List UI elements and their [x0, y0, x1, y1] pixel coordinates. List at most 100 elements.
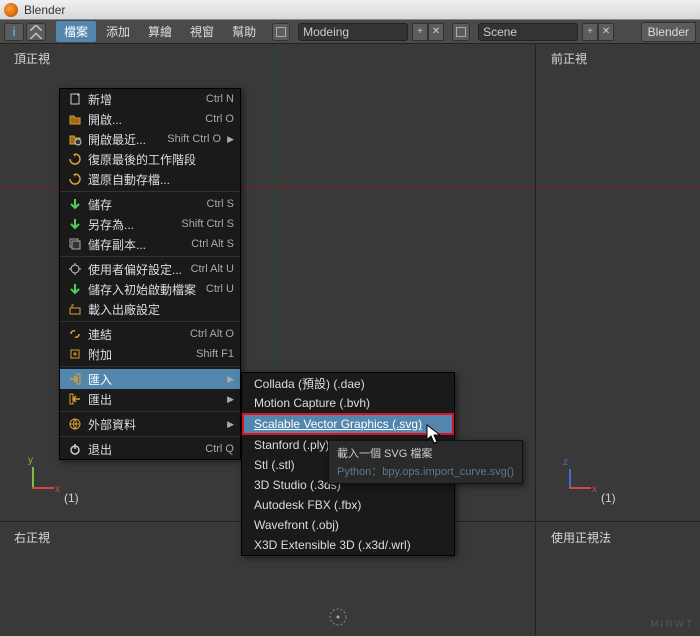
submenu-item-label: Scalable Vector Graphics (.svg) — [254, 417, 422, 431]
menu-item-label: 開啟... — [88, 111, 197, 128]
axis-gizmo-tl: yx — [20, 461, 60, 501]
import-submenu-item[interactable]: Wavefront (.obj) — [242, 515, 454, 535]
layer-indicator-tr: (1) — [601, 491, 616, 505]
file-menu-item[interactable]: 復原最後的工作階段 — [60, 149, 240, 169]
link-icon — [66, 326, 84, 342]
menu-item-label: 載入出廠設定 — [88, 301, 234, 318]
menu-item-label: 匯入 — [88, 371, 221, 388]
submenu-item-label: Collada (預設) (.dae) — [254, 375, 365, 392]
scene-dropdown[interactable]: Scene — [478, 23, 578, 41]
top-menubar: 檔案 添加 算繪 視窗 幫助 Modeing + ✕ Scene + ✕ Ble… — [0, 20, 700, 44]
file-menu-item[interactable]: 開啟... Ctrl O — [60, 109, 240, 129]
file-menu-item[interactable]: 開啟最近...Shift Ctrl O▶ — [60, 129, 240, 149]
engine-label[interactable]: Blender — [641, 22, 696, 42]
viewport-bl-label: 右正視 — [14, 529, 50, 546]
scene-add-button[interactable]: + — [582, 23, 598, 41]
submenu-arrow-icon: ▶ — [227, 374, 234, 385]
menu-item-label: 儲存入初始啟動檔案 — [88, 281, 198, 298]
screen-layout-remove-button[interactable]: ✕ — [428, 23, 444, 41]
submenu-item-label: Wavefront (.obj) — [254, 518, 339, 532]
import-submenu-item[interactable]: X3D Extensible 3D (.x3d/.wrl) — [242, 535, 454, 555]
screen-layout-value: Modeing — [303, 25, 349, 39]
file-menu-item[interactable]: 使用者偏好設定... Ctrl Alt U — [60, 259, 240, 279]
scene-remove-button[interactable]: ✕ — [598, 23, 614, 41]
save-copy-icon — [66, 236, 84, 252]
import-submenu-item[interactable]: Autodesk FBX (.fbx) — [242, 495, 454, 515]
file-menu-item[interactable]: 還原自動存檔... — [60, 169, 240, 189]
file-new-icon — [66, 91, 84, 107]
menu-item-shortcut: Ctrl O — [205, 113, 234, 125]
screen-layout-icon[interactable] — [272, 23, 290, 41]
viewport-tl-label: 頂正視 — [14, 50, 50, 67]
scene-icon[interactable] — [452, 23, 470, 41]
save-icon — [66, 281, 84, 297]
file-menu-item[interactable]: 外部資料▶ — [60, 414, 240, 434]
file-menu-item[interactable]: 儲存 Ctrl S — [60, 194, 240, 214]
file-dropdown-menu: 新增Ctrl N開啟...Ctrl O開啟最近...Shift Ctrl O▶復… — [59, 88, 241, 460]
file-menu-item[interactable]: 退出Ctrl Q — [60, 439, 240, 459]
submenu-arrow-icon: ▶ — [227, 394, 234, 405]
window-title: Blender — [24, 3, 65, 17]
menu-help[interactable]: 幫助 — [224, 21, 264, 42]
submenu-arrow-icon: ▶ — [227, 134, 234, 145]
menu-item-label: 儲存副本... — [88, 236, 183, 253]
save-icon — [66, 196, 84, 212]
file-menu-item[interactable]: 新增 Ctrl N — [60, 89, 240, 109]
menu-window[interactable]: 視窗 — [182, 21, 222, 42]
menu-render[interactable]: 算繪 — [140, 21, 180, 42]
export-icon — [66, 391, 84, 407]
scene-value: Scene — [483, 25, 517, 39]
menu-item-label: 使用者偏好設定... — [88, 261, 183, 278]
menu-file[interactable]: 檔案 — [56, 21, 96, 42]
menu-item-label: 匯出 — [88, 391, 221, 408]
submenu-item-label: X3D Extensible 3D (.x3d/.wrl) — [254, 538, 411, 552]
menu-item-label: 儲存 — [88, 196, 199, 213]
file-menu-item[interactable]: 儲存入初始啟動檔案Ctrl U — [60, 279, 240, 299]
menu-item-shortcut: Shift Ctrl S — [181, 218, 234, 230]
submenu-item-label: Stanford (.ply) — [254, 438, 329, 452]
save-icon — [66, 216, 84, 232]
menu-item-shortcut: Shift F1 — [196, 348, 234, 360]
info-header-icon[interactable] — [4, 23, 24, 41]
scene-buttons: + ✕ — [582, 23, 614, 41]
file-menu-item[interactable]: 另存為... Shift Ctrl S — [60, 214, 240, 234]
menu-item-shortcut: Ctrl Alt U — [191, 263, 234, 275]
import-submenu-item[interactable]: Scalable Vector Graphics (.svg) — [242, 413, 454, 435]
screen-layout-buttons: + ✕ — [412, 23, 444, 41]
screen-layout-add-button[interactable]: + — [412, 23, 428, 41]
import-submenu-item[interactable]: Collada (預設) (.dae) — [242, 373, 454, 393]
file-menu-item[interactable]: 儲存副本... Ctrl Alt S — [60, 234, 240, 254]
factory-icon — [66, 301, 84, 317]
menu-item-label: 外部資料 — [88, 416, 221, 433]
import-submenu-item[interactable]: Motion Capture (.bvh) — [242, 393, 454, 413]
folder-icon — [66, 111, 84, 127]
screen-layout-dropdown[interactable]: Modeing — [298, 23, 408, 41]
recover-icon — [66, 171, 84, 187]
window-titlebar: Blender — [0, 0, 700, 20]
menu-item-label: 另存為... — [88, 216, 173, 233]
submenu-item-label: Autodesk FBX (.fbx) — [254, 498, 361, 512]
file-menu-item[interactable]: 匯出 ▶ — [60, 389, 240, 409]
header-expand-icon[interactable] — [26, 23, 46, 41]
viewport-tr-label: 前正視 — [551, 50, 587, 67]
submenu-item-label: Stl (.stl) — [254, 458, 295, 472]
watermark: MINWT — [650, 619, 694, 630]
menu-item-shortcut: Ctrl N — [206, 93, 234, 105]
viewport-top-right[interactable]: 前正視 zx (1) — [537, 44, 700, 522]
external-icon — [66, 416, 84, 432]
menu-add[interactable]: 添加 — [98, 21, 138, 42]
file-menu-item[interactable]: 附加 Shift F1 — [60, 344, 240, 364]
file-menu-item[interactable]: 載入出廠設定 — [60, 299, 240, 319]
menu-item-label: 附加 — [88, 346, 188, 363]
menu-item-shortcut: Shift Ctrl O — [167, 133, 221, 145]
tooltip: 載入一個 SVG 檔案 Python：bpy.ops.import_curve.… — [328, 440, 523, 484]
menu-item-label: 退出 — [88, 441, 197, 458]
prefs-icon — [66, 261, 84, 277]
file-menu-item[interactable]: 連結Ctrl Alt O — [60, 324, 240, 344]
tooltip-python: Python：bpy.ops.import_curve.svg() — [337, 463, 514, 479]
file-menu-item[interactable]: 匯入 ▶ — [60, 369, 240, 389]
menu-item-shortcut: Ctrl S — [207, 198, 235, 210]
menu-item-shortcut: Ctrl Alt S — [191, 238, 234, 250]
import-icon — [66, 371, 84, 387]
menu-item-label: 新增 — [88, 91, 198, 108]
